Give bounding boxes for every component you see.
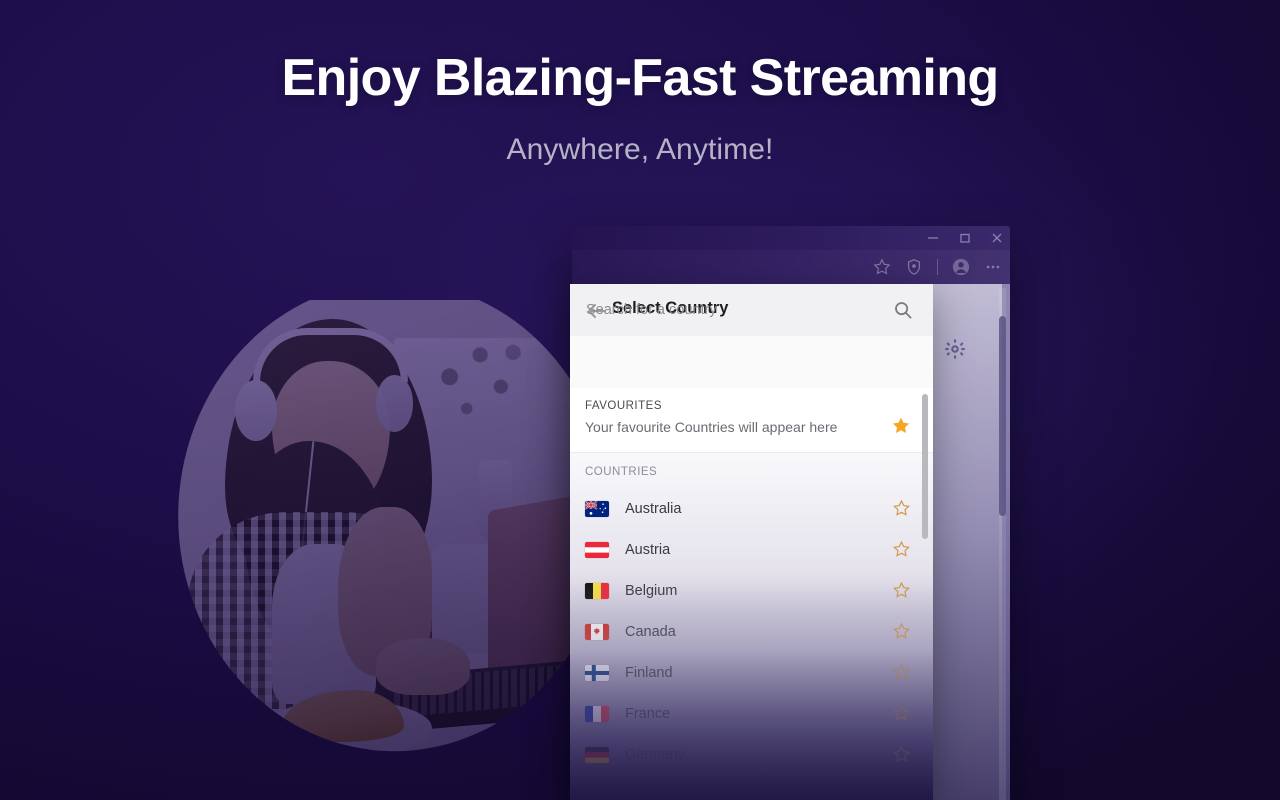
- list-item[interactable]: Canada: [570, 611, 933, 652]
- favourites-label: FAVOURITES: [585, 400, 662, 412]
- restore-icon[interactable]: [958, 231, 972, 245]
- star-filled-icon[interactable]: [891, 416, 911, 436]
- list-item[interactable]: Australia: [570, 488, 933, 529]
- dialog-scrollbar-thumb[interactable]: [922, 394, 928, 539]
- list-item[interactable]: Austria: [570, 529, 933, 570]
- search-icon[interactable]: [893, 300, 913, 320]
- close-icon[interactable]: [990, 231, 1004, 245]
- page-subtitle: Anywhere, Anytime!: [506, 133, 774, 166]
- select-country-dialog: Select Country FAVOURITES Your favourite…: [570, 284, 933, 800]
- flag-finland-icon: [585, 664, 609, 681]
- country-name: France: [625, 705, 671, 722]
- shield-icon[interactable]: [905, 258, 923, 276]
- star-outline-icon[interactable]: [892, 745, 911, 764]
- search-input[interactable]: [584, 301, 888, 319]
- country-name: Germany: [625, 746, 685, 763]
- list-item[interactable]: Belgium: [570, 570, 933, 611]
- favorite-star-icon[interactable]: [873, 258, 891, 276]
- minimize-icon[interactable]: [926, 231, 940, 245]
- flag-canada-icon: [585, 623, 609, 640]
- star-outline-icon[interactable]: [892, 622, 911, 641]
- star-outline-icon[interactable]: [892, 581, 911, 600]
- more-menu-icon[interactable]: [984, 258, 1002, 276]
- toolbar-divider: [937, 259, 938, 275]
- star-outline-icon[interactable]: [892, 704, 911, 723]
- favourites-section: FAVOURITES Your favourite Countries will…: [570, 388, 933, 453]
- flag-austria-icon: [585, 541, 609, 558]
- country-name: Belgium: [625, 582, 678, 599]
- countries-label: COUNTRIES: [585, 466, 658, 478]
- flag-france-icon: [585, 705, 609, 722]
- country-name: Canada: [625, 623, 676, 640]
- window-controls: [926, 226, 1004, 250]
- country-list[interactable]: Australia Austria Belgium Canada Finland…: [570, 488, 933, 800]
- app-root: Enjoy Blazing-Fast Streaming Anywhere, A…: [0, 0, 1280, 800]
- favourites-empty-text: Your favourite Countries will appear her…: [585, 419, 838, 435]
- settings-gear-icon[interactable]: [944, 338, 966, 360]
- flag-germany-icon: [585, 746, 609, 763]
- star-outline-icon[interactable]: [892, 540, 911, 559]
- flag-belgium-icon: [585, 582, 609, 599]
- search-bar: [570, 336, 933, 389]
- country-name: Australia: [625, 500, 682, 517]
- list-item[interactable]: France: [570, 693, 933, 734]
- browser-scrollbar-thumb[interactable]: [999, 316, 1006, 516]
- profile-avatar-icon[interactable]: [952, 258, 970, 276]
- country-name: Finland: [625, 664, 673, 681]
- list-item[interactable]: Germany: [570, 734, 933, 775]
- star-outline-icon[interactable]: [892, 663, 911, 682]
- flag-australia-icon: [585, 500, 609, 517]
- country-name: Austria: [625, 541, 671, 558]
- page-title: Enjoy Blazing-Fast Streaming: [281, 49, 999, 107]
- star-outline-icon[interactable]: [892, 499, 911, 518]
- browser-toolbar-icons: [873, 250, 1002, 284]
- list-item[interactable]: Finland: [570, 652, 933, 693]
